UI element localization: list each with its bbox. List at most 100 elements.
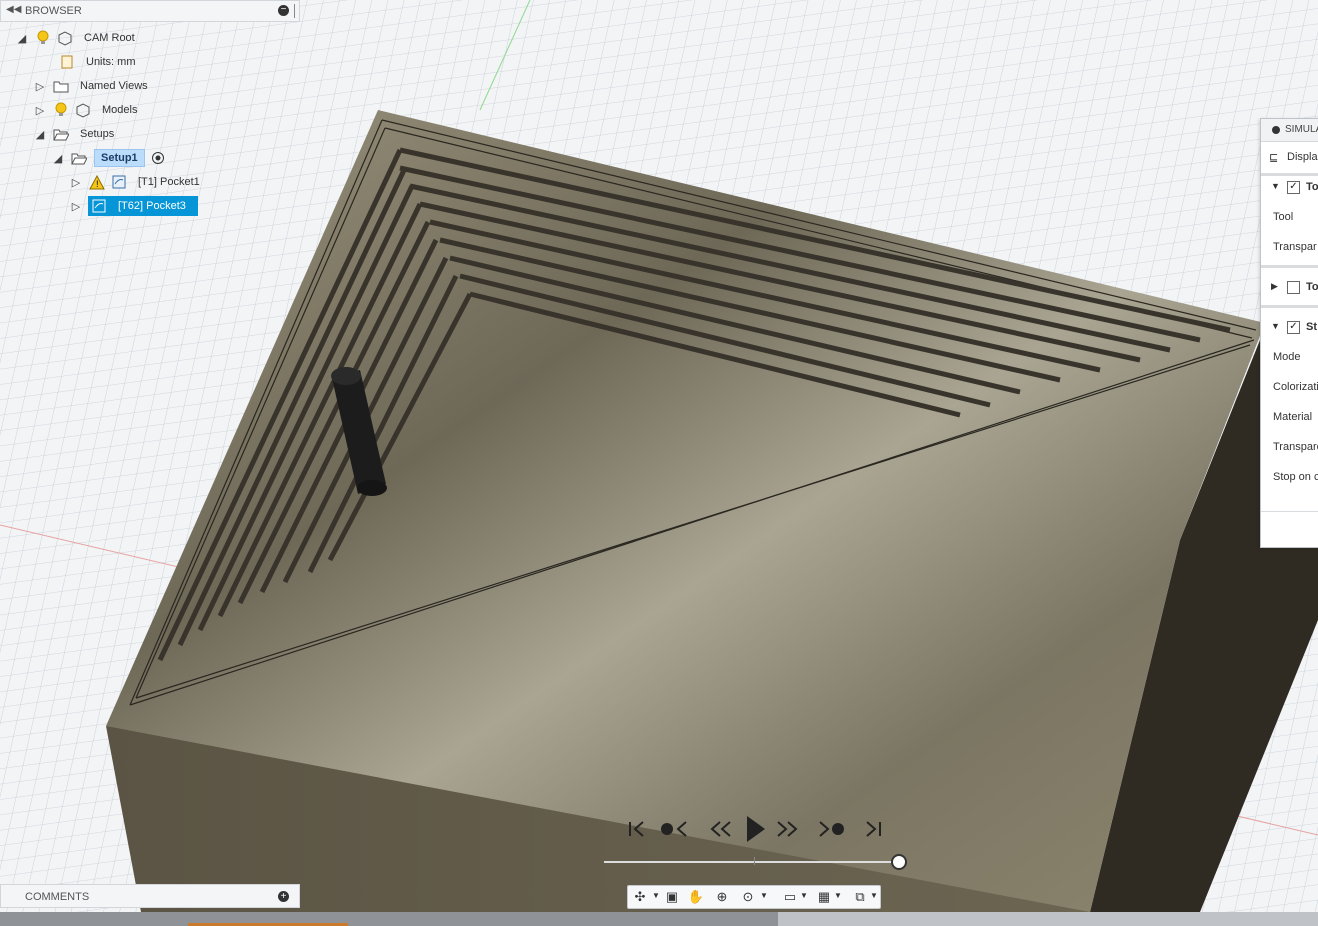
chevron-down-icon[interactable]: ▼ — [760, 891, 768, 900]
tool-group-label: To — [1306, 181, 1318, 193]
add-comment-icon[interactable]: + — [278, 891, 289, 902]
chevron-down-icon[interactable]: ▼ — [834, 891, 842, 900]
pan-icon[interactable]: ✋ — [686, 888, 706, 906]
slider-track[interactable] — [604, 861, 894, 863]
comments-panel: COMMENTS + — [0, 884, 300, 908]
go-to-start-button[interactable] — [620, 814, 654, 844]
collapsed-icon[interactable]: ▷ — [68, 174, 84, 190]
simulation-panel-header: SIMULA — [1261, 119, 1318, 142]
tree-item-pocket1[interactable]: ▷ ! [T1] Pocket1 — [68, 172, 200, 192]
tree-item-pocket3[interactable]: ▷ [T62] Pocket3 — [68, 196, 198, 216]
tree-item-label: Setup1 — [94, 149, 145, 167]
brush-icon: ⊑ — [1269, 152, 1279, 164]
tree-item-models[interactable]: ▷ Models — [32, 100, 137, 120]
tree-item-setups[interactable]: ◢ Setups — [32, 124, 114, 144]
viewport-3d[interactable] — [0, 0, 1318, 912]
transparent-row-2[interactable]: Transpare — [1261, 433, 1318, 463]
tree-item-label: Units: mm — [86, 56, 136, 68]
tool-row[interactable]: Tool — [1261, 203, 1318, 233]
panel-toggle-icon[interactable] — [1272, 126, 1280, 134]
tree-item-label: [T1] Pocket1 — [138, 176, 200, 188]
toolpath-group-label: To — [1306, 281, 1318, 293]
open-folder-icon — [52, 125, 70, 143]
play-button[interactable] — [738, 814, 772, 844]
lightbulb-icon[interactable] — [34, 29, 52, 47]
chevron-down-icon[interactable]: ▼ — [800, 891, 808, 900]
expanded-icon[interactable]: ▼ — [1271, 321, 1280, 331]
slider-thumb[interactable] — [891, 854, 907, 870]
grid-icon[interactable]: ▦ — [814, 888, 834, 906]
tool-checkbox[interactable]: ✓ — [1287, 181, 1300, 194]
next-operation-button[interactable] — [814, 814, 848, 844]
material-row[interactable]: Material — [1261, 403, 1318, 433]
colorization-row[interactable]: Colorizati — [1261, 373, 1318, 403]
playback-controls — [620, 814, 890, 846]
component-icon — [74, 101, 92, 119]
zoom-icon[interactable]: ⊕ — [712, 888, 732, 906]
step-back-button[interactable] — [704, 814, 738, 844]
tree-item-label: Models — [102, 104, 138, 116]
step-forward-button[interactable] — [770, 814, 804, 844]
tree-item-cam-root[interactable]: ◢ CAM Root — [14, 28, 135, 48]
component-icon — [56, 29, 74, 47]
simulation-panel-title: SIMULA — [1285, 124, 1318, 135]
folder-icon — [52, 77, 70, 95]
simulation-panel: SIMULA ⊑ Displa ▼ ✓ To Tool Transpar ▶ T… — [1260, 118, 1318, 548]
tree-item-label: CAM Root — [84, 32, 135, 44]
expanded-icon[interactable]: ◢ — [50, 150, 66, 166]
collapse-icon[interactable]: ◀◀ — [6, 4, 21, 15]
lightbulb-icon[interactable] — [52, 101, 70, 119]
panel-grip-icon[interactable] — [294, 4, 297, 18]
horizontal-scrollbar[interactable] — [0, 912, 778, 926]
open-folder-icon — [70, 149, 88, 167]
tree-item-label: [T62] Pocket3 — [118, 200, 186, 212]
collapsed-icon[interactable]: ▶ — [1271, 281, 1278, 292]
transparent-label: Transpare — [1273, 441, 1318, 453]
fit-icon[interactable]: ⊙ — [738, 888, 758, 906]
tree-item-label: Setups — [80, 128, 115, 140]
transparent-label: Transpar — [1273, 241, 1317, 253]
stop-on-label: Stop on c — [1273, 471, 1318, 483]
stop-on-row[interactable]: Stop on c — [1261, 463, 1318, 493]
expanded-icon[interactable]: ▼ — [1271, 181, 1280, 191]
activate-icon[interactable] — [149, 149, 167, 167]
stock-group[interactable]: ▼ ✓ St — [1261, 313, 1318, 343]
simulation-slider[interactable] — [604, 854, 907, 870]
orbit-icon[interactable]: ✣ — [630, 888, 650, 906]
slider-tick — [754, 857, 755, 865]
material-label: Material — [1273, 411, 1313, 423]
tree-item-units[interactable]: Units: mm — [54, 52, 136, 72]
selected-operation[interactable]: [T62] Pocket3 — [88, 196, 198, 216]
display-settings-icon[interactable]: ▭ — [780, 888, 800, 906]
stock-checkbox[interactable]: ✓ — [1287, 321, 1300, 334]
transparent-row-1[interactable]: Transpar — [1261, 233, 1318, 263]
go-to-end-button[interactable] — [856, 814, 890, 844]
collapsed-icon[interactable]: ▷ — [68, 198, 84, 214]
display-label: Displa — [1287, 151, 1318, 163]
colorization-label: Colorizati — [1273, 381, 1318, 393]
browser-title: BROWSER — [25, 5, 82, 17]
toolpath-group[interactable]: ▶ To — [1261, 273, 1318, 303]
tool-group[interactable]: ▼ ✓ To — [1261, 173, 1318, 203]
collapsed-icon[interactable]: ▷ — [32, 102, 48, 118]
tool-label: Tool — [1273, 211, 1294, 223]
mode-row[interactable]: Mode — [1261, 343, 1318, 373]
chevron-down-icon[interactable]: ▼ — [652, 891, 660, 900]
look-at-icon[interactable]: ▣ — [662, 888, 682, 906]
previous-operation-button[interactable] — [658, 814, 692, 844]
display-tab[interactable]: ⊑ Displa — [1261, 143, 1318, 173]
expanded-icon[interactable]: ◢ — [32, 126, 48, 142]
stock-group-label: St — [1306, 321, 1317, 333]
svg-text:!: ! — [96, 179, 99, 189]
viewports-icon[interactable]: ⧉ — [850, 888, 870, 906]
collapsed-icon[interactable]: ▷ — [32, 78, 48, 94]
pocket-operation-icon — [110, 173, 128, 191]
toolpath-checkbox[interactable] — [1287, 281, 1300, 294]
minimize-icon[interactable]: − — [278, 5, 289, 16]
status-bar — [0, 912, 1318, 926]
tree-item-setup1[interactable]: ◢ Setup1 — [50, 148, 167, 168]
chevron-down-icon[interactable]: ▼ — [870, 891, 878, 900]
expanded-icon[interactable]: ◢ — [14, 30, 30, 46]
tree-item-named-views[interactable]: ▷ Named Views — [32, 76, 148, 96]
comments-title: COMMENTS — [25, 891, 90, 903]
